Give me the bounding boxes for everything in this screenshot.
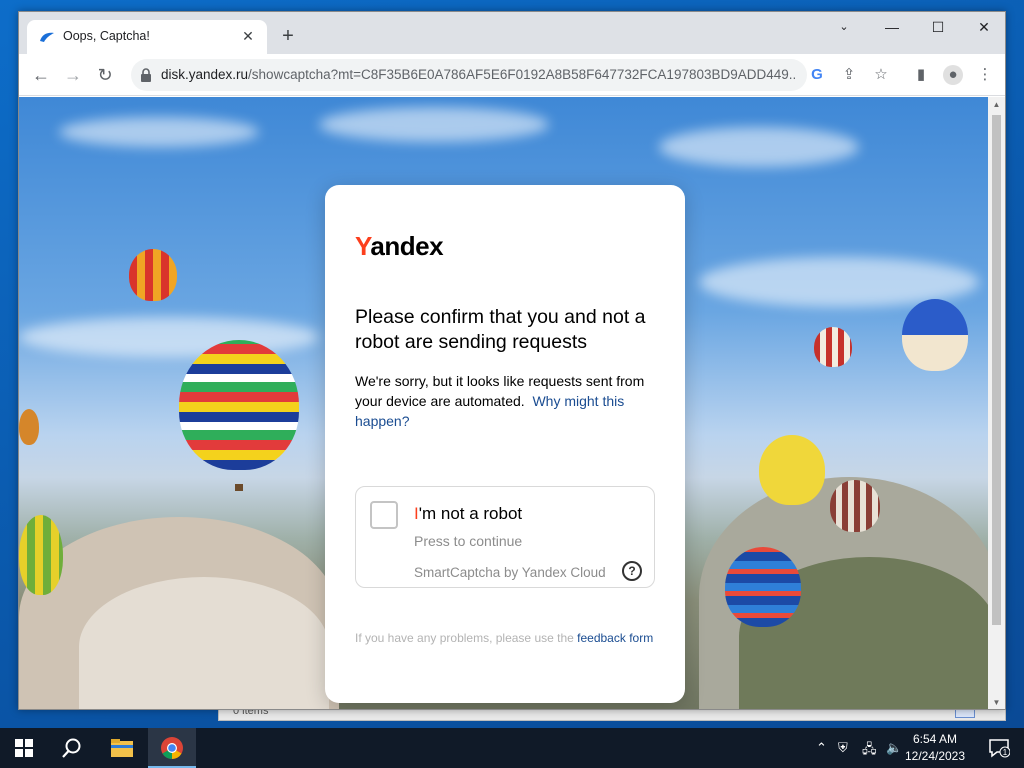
not-robot-checkbox[interactable] [370,501,398,529]
tab-active[interactable]: Oops, Captcha! ✕ [27,20,267,54]
logo-y: Y [355,231,371,261]
hot-air-balloon [19,515,63,595]
star-icon[interactable]: ☆ [871,65,891,85]
new-tab-button[interactable]: + [277,25,299,47]
scroll-thumb[interactable] [992,115,1001,625]
windows-start-icon[interactable] [0,728,48,768]
smartcaptcha-widget: I'm not a robot Press to continue SmartC… [355,486,655,588]
url-host: disk.yandex.ru [161,67,249,82]
captcha-heading: Please confirm that you and not a robot … [355,306,646,353]
yandex-logo[interactable]: Yandex [355,231,444,262]
hot-air-balloon [902,299,968,371]
hot-air-balloon [129,249,177,301]
close-tab-icon[interactable]: ✕ [239,27,257,45]
cloud [319,107,549,142]
browser-toolbar: ← → ↻ disk.yandex.ru/showcaptcha?mt=C8F3… [19,54,1005,96]
hot-air-balloon [759,435,825,505]
label-rest: 'm not a robot [418,504,523,523]
footer-text: If you have any problems, please use the [355,631,574,645]
not-robot-label[interactable]: I'm not a robot [414,504,522,524]
taskbar: ⌃ ⛨ 🖧 🔈 6:54 AM 12/24/2023 1 [0,728,1024,768]
security-icon[interactable]: ⛨ [838,740,848,756]
system-clock[interactable]: 6:54 AM 12/24/2023 [900,731,970,765]
profile-icon[interactable]: ● [943,65,963,85]
captcha-page: Yandex Please confirm that you and not a… [19,97,989,709]
captcha-description: We're sorry, but it looks like requests … [355,371,665,431]
tab-strip: Oops, Captcha! ✕ + ⌄ — ☐ ✕ [19,12,1005,54]
chrome-icon[interactable] [148,728,196,768]
url-text: disk.yandex.ru/showcaptcha?mt=C8F35B6E0A… [161,67,797,82]
share-icon[interactable]: ⇪ [839,65,859,85]
browser-window: Oops, Captcha! ✕ + ⌄ — ☐ ✕ ← → ↻ disk.ya… [18,11,1006,710]
captcha-footer: If you have any problems, please use the… [355,629,655,647]
hot-air-balloon [814,327,852,367]
hot-air-balloon [725,547,801,627]
search-icon[interactable] [48,728,96,768]
tab-title: Oops, Captcha! [63,29,150,43]
menu-icon[interactable]: ⋮ [975,65,995,85]
show-hidden-icons-icon[interactable]: ⌃ [816,740,827,756]
page-scrollbar[interactable]: ▲ ▼ [988,97,1005,709]
rock-formation [79,577,329,709]
logo-rest: andex [370,231,444,261]
forward-arrow-icon[interactable]: → [61,63,85,87]
yandex-disk-icon [40,32,54,42]
reload-icon[interactable]: ↻ [93,63,117,87]
cloud [19,317,319,357]
tab-search-icon[interactable]: ⌄ [821,12,867,42]
close-window-button[interactable]: ✕ [961,12,1005,42]
google-icon[interactable]: G [807,65,827,85]
feedback-form-link[interactable]: feedback form [577,631,653,645]
sidepanel-icon[interactable]: ▮ [911,65,931,85]
cloud [59,117,259,147]
press-to-continue: Press to continue [414,533,523,549]
cloud [659,127,859,167]
minimize-button[interactable]: — [869,12,915,42]
notification-center-icon[interactable]: 1 [988,738,1011,758]
notification-count: 1 [1003,748,1008,757]
hot-air-balloon [830,480,880,532]
scroll-up-icon[interactable]: ▲ [991,100,1002,110]
balloon-basket [235,484,243,491]
smartcaptcha-branding: SmartCaptcha by Yandex Cloud [414,565,606,580]
lock-icon [141,68,151,82]
file-explorer-icon[interactable] [98,728,146,768]
clock-date: 12/24/2023 [904,749,966,763]
address-bar[interactable]: disk.yandex.ru/showcaptcha?mt=C8F35B6E0A… [131,59,807,91]
hot-air-balloon [19,409,39,445]
maximize-button[interactable]: ☐ [915,12,961,42]
hot-air-balloon [179,340,299,470]
help-icon[interactable]: ? [622,561,642,581]
captcha-card: Yandex Please confirm that you and not a… [325,185,685,703]
back-arrow-icon[interactable]: ← [29,63,53,87]
url-path: /showcaptcha?mt=C8F35B6E0A786AF5E6F0192A… [248,67,797,82]
clock-time: 6:54 AM [912,732,958,746]
network-icon[interactable]: 🖧 [862,740,877,762]
scroll-down-icon[interactable]: ▼ [991,698,1002,708]
